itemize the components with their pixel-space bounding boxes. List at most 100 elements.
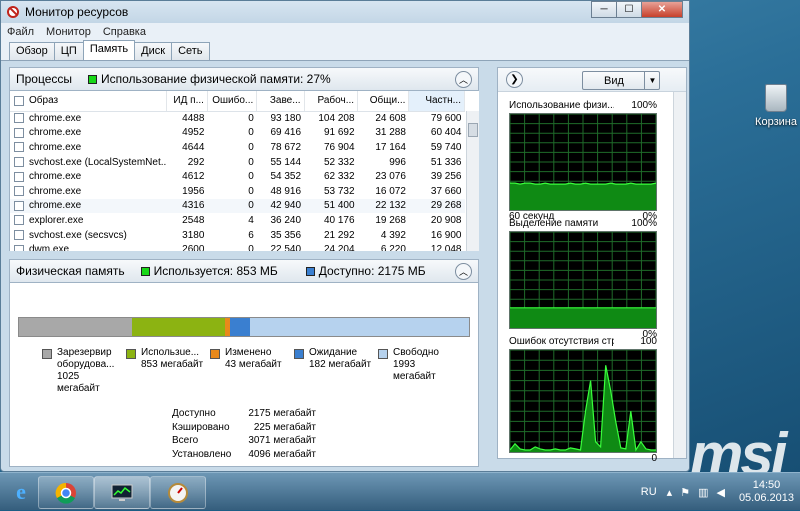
table-row[interactable]: chrome.exe 4644 0 78 672 76 904 17 164 59 740: [10, 140, 465, 155]
table-row[interactable]: chrome.exe 4316 0 42 940 51 400 22 132 29 268: [10, 198, 465, 214]
resource-monitor-task-button[interactable]: [94, 476, 150, 509]
legend-label: Зарезервир оборудова...: [57, 347, 115, 370]
row-checkbox[interactable]: [14, 171, 24, 182]
column-header[interactable]: Ошибо...: [207, 91, 258, 112]
tab-memory[interactable]: Память: [82, 40, 136, 60]
language-indicator[interactable]: RU: [641, 486, 657, 498]
column-header[interactable]: Частн...: [408, 91, 465, 112]
title-bar[interactable]: Монитор ресурсов ─ ☐ ✕: [1, 1, 689, 23]
clock[interactable]: 14:50 05.06.2013: [739, 479, 794, 505]
flag-icon[interactable]: ⚑: [680, 486, 690, 499]
graphs-scrollbar[interactable]: [673, 92, 686, 458]
column-header[interactable]: Заве...: [256, 91, 305, 112]
network-icon[interactable]: ▥: [698, 486, 708, 499]
collapse-physical-button[interactable]: ︿: [455, 263, 472, 280]
cell-text: 4952: [182, 127, 205, 139]
row-checkbox[interactable]: [14, 127, 24, 138]
tab-network[interactable]: Сеть: [171, 42, 210, 60]
process-name-cell: svchost.exe (LocalSystemNet...: [10, 155, 166, 170]
expand-arrow-icon[interactable]: ❯: [506, 71, 523, 88]
row-checkbox[interactable]: [14, 229, 24, 240]
table-cell: 292: [166, 155, 207, 170]
stat-value: 3071 мегабайт: [248, 435, 316, 446]
chrome-task-button[interactable]: [38, 476, 94, 509]
chevron-up-icon[interactable]: ▴: [667, 486, 673, 499]
gauge-icon: [168, 482, 188, 503]
process-name-cell: dwm.exe: [10, 242, 166, 251]
legend-value: 1993 мегабайт: [393, 359, 436, 382]
maximize-button[interactable]: ☐: [616, 1, 642, 18]
table-cell: 23 076: [358, 169, 409, 184]
recycle-bin[interactable]: Корзина: [752, 84, 800, 128]
row-checkbox[interactable]: [14, 215, 24, 226]
table-row[interactable]: svchost.exe (secsvcs) 3180 6 35 356 21 292 4 …: [10, 228, 465, 243]
table-row[interactable]: svchost.exe (LocalSystemNet... 292 0 55 144…: [10, 155, 465, 170]
used-swatch: [140, 266, 150, 276]
table-cell: 4952: [166, 126, 207, 141]
memory-bar-segment: [250, 318, 469, 336]
cell-text: 93 180: [270, 113, 302, 125]
table-row[interactable]: chrome.exe 4612 0 54 352 62 332 23 076 39 256: [10, 169, 465, 184]
minimize-button[interactable]: ─: [591, 1, 617, 18]
tab-overview[interactable]: Обзор: [9, 42, 55, 60]
cell-text: chrome.exe: [29, 127, 82, 139]
table-row[interactable]: chrome.exe 1956 0 48 916 53 732 16 072 37 660: [10, 184, 465, 199]
row-checkbox[interactable]: [14, 244, 24, 251]
processes-scrollbar[interactable]: [466, 111, 479, 251]
column-header[interactable]: ИД п...: [166, 91, 208, 112]
cell-text: chrome.exe: [29, 141, 82, 153]
row-checkbox[interactable]: [14, 186, 24, 197]
physical-memory-header[interactable]: Физическая память Используется: 853 МБ Д…: [9, 259, 479, 283]
table-cell: 35 356: [257, 228, 304, 243]
legend-label: Свободно: [393, 347, 439, 358]
graph-area: [510, 183, 656, 210]
close-button[interactable]: ✕: [641, 1, 683, 18]
cell-text: 0: [248, 185, 254, 197]
clock-app-task-button[interactable]: [150, 476, 206, 509]
tab-disk[interactable]: Диск: [134, 42, 173, 60]
volume-icon[interactable]: ◀: [716, 486, 724, 499]
ie-icon[interactable]: e: [8, 479, 34, 505]
row-checkbox[interactable]: [14, 142, 24, 153]
tab-cpu[interactable]: ЦП: [53, 42, 84, 60]
stat-key: Всего: [172, 435, 199, 446]
table-row[interactable]: dwm.exe 2600 0 22 540 24 204 6 220 12 048: [10, 242, 465, 251]
process-name-cell: chrome.exe: [10, 198, 167, 214]
row-checkbox[interactable]: [14, 156, 24, 167]
legend-swatch: [126, 349, 136, 359]
chrome-icon: [55, 482, 76, 504]
process-name-cell: chrome.exe: [10, 140, 166, 155]
scrollbar-thumb[interactable]: [468, 123, 478, 137]
column-header[interactable]: Образ: [10, 91, 167, 112]
table-row[interactable]: chrome.exe 4488 0 93 180 104 208 24 608 79 600: [10, 111, 465, 126]
table-cell: 60 404: [409, 126, 465, 141]
select-all-checkbox[interactable]: [14, 95, 24, 106]
table-row[interactable]: chrome.exe 4952 0 69 416 91 692 31 288 60 404: [10, 126, 465, 141]
table-cell: 31 288: [358, 126, 409, 141]
row-checkbox[interactable]: [14, 113, 24, 124]
graph-title: Выделение памяти: [509, 218, 599, 229]
legend-text: Ожидание 182 мегабайт: [309, 347, 371, 395]
processes-header[interactable]: Процессы Использование физической памяти…: [9, 67, 479, 91]
row-checkbox[interactable]: [14, 200, 24, 211]
menu-file[interactable]: Файл: [7, 26, 34, 38]
column-header[interactable]: Общи...: [357, 91, 410, 112]
column-header[interactable]: Рабоч...: [304, 91, 359, 112]
table-row[interactable]: explorer.exe 2548 4 36 240 40 176 19 268 20 90…: [10, 213, 465, 228]
menu-help[interactable]: Справка: [103, 26, 146, 38]
memory-stats: Доступно 2175 мегабайт Кэшировано 225 мегаб…: [172, 407, 316, 461]
left-pane: Процессы Использование физической памяти…: [9, 67, 479, 467]
legend-value: 43 мегабайт: [225, 359, 282, 370]
cell-text: 22 540: [270, 244, 302, 251]
cell-text: 31 288: [375, 127, 406, 139]
chevron-down-icon[interactable]: ▼: [644, 71, 660, 90]
graph-plot: [509, 231, 657, 329]
column-label: Заве...: [269, 95, 301, 107]
legend-value: 853 мегабайт: [141, 359, 204, 370]
cell-text: 35 356: [270, 229, 302, 241]
menu-monitor[interactable]: Монитор: [46, 26, 91, 38]
cell-text: 2548: [182, 214, 205, 226]
collapse-processes-button[interactable]: ︿: [455, 71, 472, 88]
graph-max: 100%: [631, 218, 657, 229]
cell-text: chrome.exe: [29, 185, 82, 197]
